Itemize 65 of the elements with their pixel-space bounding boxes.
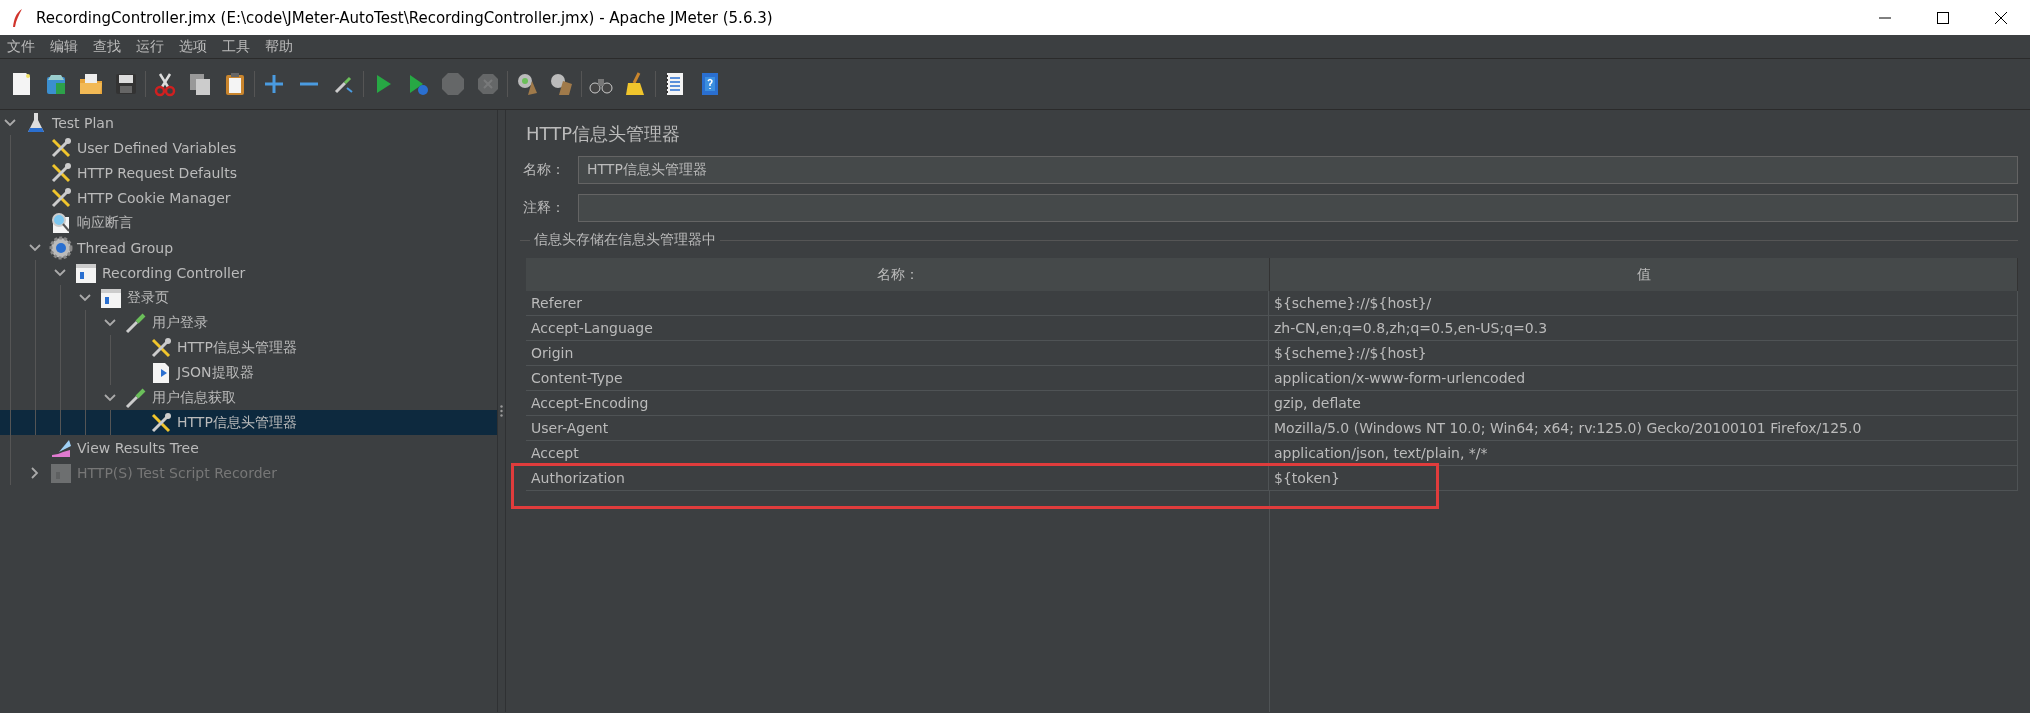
table-cell: Accept-Encoding bbox=[526, 391, 1269, 416]
comment-field[interactable] bbox=[578, 194, 2018, 222]
close-icon[interactable] bbox=[1994, 10, 2008, 25]
table-cell: Accept bbox=[526, 441, 1269, 466]
tree-item[interactable]: 用户信息获取 bbox=[100, 385, 497, 410]
chevron-down-icon[interactable] bbox=[104, 391, 116, 404]
maximize-icon[interactable] bbox=[1936, 10, 1950, 25]
menu-item[interactable]: 工具 bbox=[218, 37, 261, 56]
column-header[interactable]: 名称： bbox=[526, 258, 1270, 291]
tree-item[interactable]: Recording Controller bbox=[50, 260, 497, 285]
menu-item[interactable]: 帮助 bbox=[261, 37, 304, 56]
panel-title: HTTP信息头管理器 bbox=[526, 122, 682, 146]
chevron-down-icon[interactable] bbox=[29, 241, 41, 254]
table-cell: Origin bbox=[526, 341, 1269, 366]
menu-item[interactable]: 运行 bbox=[132, 37, 175, 56]
wrench-screwdriver-icon bbox=[149, 335, 173, 360]
tree-item[interactable]: Test Plan bbox=[0, 110, 497, 135]
table-cell: application/x-www-form-urlencoded bbox=[1269, 366, 2018, 391]
folder-icon[interactable] bbox=[78, 71, 104, 97]
table-cell: Content-Type bbox=[526, 366, 1269, 391]
table-cell: Mozilla/5.0 (Windows NT 10.0; Win64; x64; rv:125.0) Gecko/20100101 Firefox/125.0 bbox=[1269, 416, 2018, 441]
scissors-icon[interactable] bbox=[152, 71, 178, 97]
copy-icon[interactable] bbox=[187, 71, 213, 97]
wrench-screwdriver-icon bbox=[149, 410, 173, 435]
tree-item[interactable]: 用户登录 bbox=[100, 310, 497, 335]
group-title: 信息头存储在信息头管理器中 bbox=[530, 231, 720, 249]
name-field[interactable]: HTTP信息头管理器 bbox=[578, 156, 2018, 184]
table-cell: application/json, text/plain, */* bbox=[1269, 441, 2018, 466]
tree-item[interactable]: HTTP Request Defaults bbox=[25, 160, 497, 185]
field-label: 名称： bbox=[522, 161, 566, 179]
table-cell: ${token} bbox=[1269, 466, 2018, 491]
wrench-screwdriver-icon bbox=[49, 185, 73, 210]
table-cell: ${scheme}://${host}/ bbox=[1269, 291, 2018, 316]
tree-item[interactable]: HTTP信息头管理器 bbox=[125, 335, 497, 360]
chevron-down-icon[interactable] bbox=[79, 291, 91, 304]
floppy-icon[interactable] bbox=[113, 71, 139, 97]
tree-item[interactable]: View Results Tree bbox=[25, 435, 497, 460]
menu-item[interactable]: 文件 bbox=[3, 37, 46, 56]
grip-icon[interactable] bbox=[500, 405, 503, 417]
tree-item[interactable]: HTTP Cookie Manager bbox=[25, 185, 497, 210]
tree-item[interactable]: Thread Group bbox=[25, 235, 497, 260]
wrench-screwdriver-icon bbox=[49, 160, 73, 185]
magnifier-icon bbox=[49, 210, 73, 235]
chevron-down-icon[interactable] bbox=[4, 116, 16, 129]
menu-item[interactable]: 编辑 bbox=[46, 37, 89, 56]
column-header[interactable]: 值 bbox=[1270, 258, 2018, 291]
table-cell: Authorization bbox=[526, 466, 1269, 491]
tree-item[interactable]: 登录页 bbox=[75, 285, 497, 310]
wrench-screwdriver-icon bbox=[49, 135, 73, 160]
chevron-down-icon[interactable] bbox=[104, 316, 116, 329]
field-label: 注释： bbox=[522, 199, 566, 217]
table-cell: Accept-Language bbox=[526, 316, 1269, 341]
chevron-down-icon[interactable] bbox=[54, 266, 66, 279]
window-title: RecordingController.jmx (E:\code\JMeter-AutoTest\RecordingController.jmx) - Apache JMeter (5.6.3) bbox=[36, 8, 774, 27]
table-cell: Referer bbox=[526, 291, 1269, 316]
gear-icon bbox=[49, 235, 73, 260]
table-cell: ${scheme}://${host} bbox=[1269, 341, 2018, 366]
menu-item[interactable]: 查找 bbox=[89, 37, 132, 56]
tree-item[interactable]: 响应断言 bbox=[25, 210, 497, 235]
table-cell: User-Agent bbox=[526, 416, 1269, 441]
tree-item[interactable]: JSON提取器 bbox=[125, 360, 497, 385]
table-cell: gzip, deflate bbox=[1269, 391, 2018, 416]
menu-item[interactable]: 选项 bbox=[175, 37, 218, 56]
tree-item[interactable]: User Defined Variables bbox=[25, 135, 497, 160]
table-cell: zh-CN,en;q=0.8,zh;q=0.5,en-US;q=0.3 bbox=[1269, 316, 2018, 341]
